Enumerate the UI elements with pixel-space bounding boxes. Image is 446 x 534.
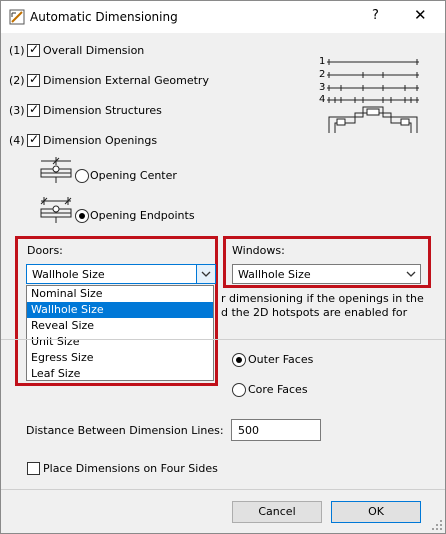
four-sides-label: Place Dimensions on Four Sides (43, 462, 218, 475)
windows-select-value: Wallhole Size (238, 268, 311, 281)
opening-endpoints-icon (40, 197, 72, 223)
automatic-dimensioning-dialog: Automatic Dimensioning ? ✕ (1) ✓ Overall… (0, 0, 446, 534)
doors-select-value: Wallhole Size (32, 268, 105, 281)
window-title: Automatic Dimensioning (30, 10, 178, 24)
core-faces-radio[interactable] (232, 383, 246, 397)
check-icon: ✓ (29, 132, 40, 146)
list-item[interactable]: Nominal Size (27, 286, 213, 302)
check-icon: ✓ (29, 42, 40, 56)
dimension-lines-icon (327, 59, 419, 133)
dimension-preview: 1 2 3 4 (313, 55, 423, 140)
option-number-4: (4) (9, 134, 25, 147)
overall-dimension-label: Overall Dimension (43, 44, 145, 57)
opening-endpoints-radio[interactable] (75, 209, 89, 223)
dimension-openings-checkbox[interactable]: ✓ (27, 132, 40, 147)
distance-input[interactable]: 500 (231, 419, 321, 441)
dimension-structures-checkbox[interactable]: ✓ (27, 102, 40, 117)
separator (1, 339, 445, 340)
list-item[interactable]: Reveal Size (27, 318, 213, 334)
list-item[interactable]: Leaf Size (27, 366, 213, 382)
list-item-selected[interactable]: Wallhole Size (27, 302, 213, 318)
list-item[interactable]: Egress Size (27, 350, 213, 366)
distance-value: 500 (238, 424, 259, 437)
option-number-3: (3) (9, 104, 25, 117)
core-faces-label: Core Faces (248, 383, 308, 396)
dimension-openings-label: Dimension Openings (43, 134, 158, 147)
separator (1, 489, 445, 490)
ok-button[interactable]: OK (331, 501, 421, 523)
outer-faces-label: Outer Faces (248, 353, 314, 366)
chevron-down-icon[interactable] (402, 265, 420, 283)
dimension-app-icon (9, 9, 25, 25)
opening-center-radio[interactable] (75, 169, 89, 183)
doors-dropdown-list: Nominal Size Wallhole Size Reveal Size U… (26, 285, 214, 381)
external-geometry-checkbox[interactable]: ✓ (27, 72, 40, 87)
hint-line-2: d the 2D hotspots are enabled for (221, 306, 408, 319)
windows-label: Windows: (232, 244, 285, 257)
option-number-1: (1) (9, 44, 25, 57)
opening-center-icon (40, 157, 72, 183)
chevron-down-icon[interactable] (196, 265, 215, 283)
distance-label: Distance Between Dimension Lines: (26, 424, 224, 437)
opening-center-label: Opening Center (90, 169, 177, 182)
radio-selected-dot (236, 357, 242, 363)
hint-line-1: r dimensioning if the openings in the (221, 292, 424, 305)
cancel-button[interactable]: Cancel (232, 501, 322, 523)
check-icon: ✓ (29, 102, 40, 116)
help-button[interactable]: ? (372, 8, 379, 23)
dimension-structures-label: Dimension Structures (43, 104, 162, 117)
close-icon[interactable]: ✕ (414, 6, 427, 24)
overall-dimension-checkbox[interactable]: ✓ (27, 42, 40, 57)
check-icon: ✓ (29, 72, 40, 86)
opening-endpoints-label: Opening Endpoints (90, 209, 195, 222)
outer-faces-radio[interactable] (232, 353, 246, 367)
radio-selected-dot (79, 213, 85, 219)
openings-hint-text: r dimensioning if the openings in the d … (221, 292, 441, 320)
doors-select[interactable]: Wallhole Size (26, 264, 216, 284)
external-geometry-label: Dimension External Geometry (43, 74, 209, 87)
option-number-2: (2) (9, 74, 25, 87)
windows-select[interactable]: Wallhole Size (232, 264, 421, 284)
doors-label: Doors: (27, 244, 63, 257)
resize-grip-icon[interactable] (431, 519, 443, 531)
four-sides-checkbox[interactable] (27, 462, 40, 475)
list-item[interactable]: Unit Size (27, 334, 213, 350)
title-bar: Automatic Dimensioning ? ✕ (1, 1, 445, 33)
